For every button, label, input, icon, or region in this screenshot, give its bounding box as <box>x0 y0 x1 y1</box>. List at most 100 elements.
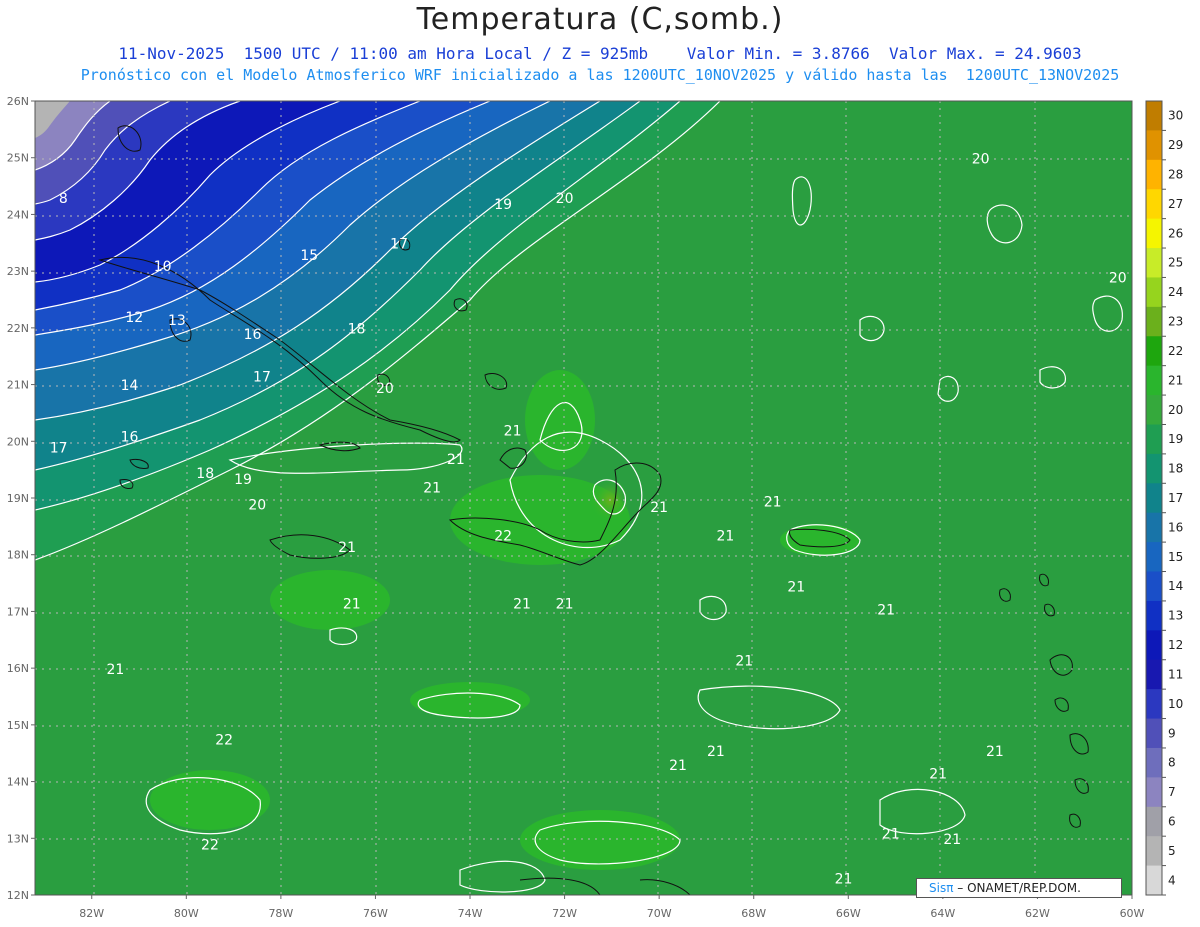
lat-tick-label: 19N <box>7 492 29 505</box>
colorbar-swatch <box>1146 453 1162 484</box>
colorbar-label: 24 <box>1168 285 1183 299</box>
contour-label: 8 <box>59 191 68 207</box>
colorbar-label: 5 <box>1168 844 1176 858</box>
colorbar-label: 14 <box>1168 579 1183 593</box>
colorbar-label: 20 <box>1168 403 1183 417</box>
contour-label: 19 <box>494 197 512 213</box>
colorbar-swatch <box>1146 483 1162 514</box>
colorbar-label: 9 <box>1168 726 1176 740</box>
colorbar-label: 26 <box>1168 226 1183 240</box>
contour-label: 21 <box>764 495 782 511</box>
lat-tick-label: 16N <box>7 662 29 675</box>
contour-label: 16 <box>121 429 139 445</box>
colorbar-swatch <box>1146 395 1162 425</box>
contour-label: 20 <box>556 191 574 207</box>
lat-tick-label: 22N <box>7 322 29 335</box>
colorbar-label: 19 <box>1168 432 1183 446</box>
lat-tick-label: 13N <box>7 832 29 845</box>
lat-tick-label: 24N <box>7 208 29 221</box>
colorbar-swatch <box>1146 806 1162 837</box>
colorbar-swatch <box>1146 865 1162 896</box>
credit-box: Sisπ – ONAMET/REP.DOM. <box>916 878 1122 898</box>
colorbar-swatch <box>1146 277 1162 308</box>
contour-label: 19 <box>234 472 252 488</box>
contour-label: 21 <box>106 662 124 678</box>
colorbar-swatch <box>1146 689 1162 720</box>
contour-label: 21 <box>986 744 1004 760</box>
colorbar-label: 15 <box>1168 550 1183 564</box>
colorbar-label: 10 <box>1168 697 1183 711</box>
contour-label: 21 <box>882 826 900 842</box>
colorbar-label: 29 <box>1168 138 1183 152</box>
colorbar-label: 28 <box>1168 168 1183 182</box>
colorbar-swatch <box>1146 542 1162 573</box>
lat-tick-label: 21N <box>7 379 29 392</box>
contour-label: 21 <box>787 580 805 596</box>
lon-tick-label: 82W <box>79 907 104 920</box>
lon-tick-label: 74W <box>458 907 483 920</box>
colorbar-swatch <box>1146 659 1162 690</box>
contour-label: 10 <box>154 259 172 275</box>
contour-label: 18 <box>196 466 214 482</box>
lon-tick-label: 72W <box>552 907 577 920</box>
contour-label: 16 <box>244 327 262 343</box>
colorbar-label: 11 <box>1168 667 1183 681</box>
contour-label: 21 <box>877 602 895 618</box>
colorbar-swatch <box>1146 630 1162 661</box>
contour-label: 12 <box>125 310 143 326</box>
credit-text: – ONAMET/REP.DOM. <box>957 881 1081 895</box>
lat-tick-label: 26N <box>7 95 29 108</box>
contour-label: 15 <box>300 248 318 264</box>
contour-label: 20 <box>248 497 266 513</box>
contour-label: 14 <box>121 378 139 394</box>
contour-label: 22 <box>215 733 233 749</box>
colorbar-swatch <box>1146 101 1162 131</box>
colorbar-label: 7 <box>1168 785 1176 799</box>
colorbar-swatch <box>1146 306 1162 337</box>
lon-tick-label: 80W <box>174 907 199 920</box>
lat-tick-label: 23N <box>7 265 29 278</box>
colorbar-label: 6 <box>1168 814 1176 828</box>
colorbar-swatch <box>1146 218 1162 249</box>
colorbar-label: 12 <box>1168 638 1183 652</box>
contour-label: 21 <box>338 540 356 556</box>
colorbar-label: 17 <box>1168 491 1183 505</box>
contour-label: 21 <box>556 597 574 613</box>
lon-tick-label: 68W <box>741 907 766 920</box>
contour-label: 17 <box>50 441 68 457</box>
contour-label: 21 <box>447 452 465 468</box>
colorbar-label: 16 <box>1168 520 1183 534</box>
colorbar-label: 23 <box>1168 315 1183 329</box>
lon-tick-label: 76W <box>363 907 388 920</box>
colorbar-label: 30 <box>1168 109 1183 123</box>
colorbar-label: 27 <box>1168 197 1183 211</box>
contour-label: 21 <box>929 767 947 783</box>
contour-label: 13 <box>168 313 186 329</box>
colorbar-label: 18 <box>1168 462 1183 476</box>
contour-label: 21 <box>669 758 687 774</box>
contour-label: 21 <box>835 872 853 888</box>
colorbar-swatch <box>1146 512 1162 543</box>
sispi-logo: Sisπ <box>929 881 954 895</box>
colorbar-swatch <box>1146 365 1162 396</box>
lat-tick-label: 25N <box>7 152 29 165</box>
lon-tick-label: 70W <box>647 907 672 920</box>
colorbar-swatch <box>1146 571 1162 602</box>
lat-tick-label: 18N <box>7 549 29 562</box>
lon-tick-label: 62W <box>1025 907 1050 920</box>
colorbar-swatch <box>1146 836 1162 867</box>
lon-tick-label: 78W <box>268 907 293 920</box>
lat-tick-label: 15N <box>7 719 29 732</box>
longitude-axis: 82W 80W 78W 76W 74W 72W 70W 68W 66W 64W 62W 60W <box>79 895 1145 920</box>
contour-label: 21 <box>735 653 753 669</box>
colorbar-label: 8 <box>1168 756 1176 770</box>
colorbar-label: 13 <box>1168 609 1183 623</box>
contour-label: 22 <box>201 838 219 854</box>
colorbar-swatch <box>1146 718 1162 749</box>
colorbar-swatch <box>1146 159 1162 190</box>
colorbar-swatch <box>1146 336 1162 367</box>
colorbar: 30 29 28 27 26 25 24 23 22 21 20 19 18 17 16 15 14 13 12 11… <box>1145 100 1183 896</box>
contour-label: 20 <box>972 151 990 167</box>
colorbar-swatch <box>1146 248 1162 278</box>
colorbar-swatch <box>1146 600 1162 631</box>
